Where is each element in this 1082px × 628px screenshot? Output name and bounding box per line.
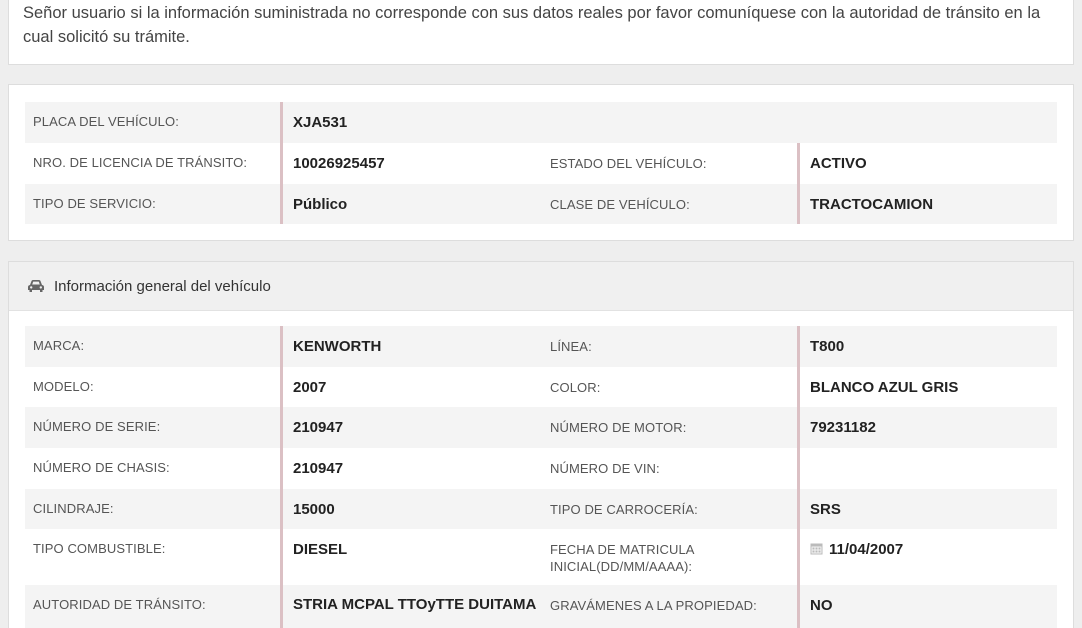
gravamenes-value: NO [797,585,1057,628]
estado-value: ACTIVO [797,143,1057,184]
table-row: TIPO DE SERVICIO: Público CLASE DE VEHÍC… [25,184,1057,224]
panel-header: Información general del vehículo [9,262,1073,311]
table-row: NRO. DE LICENCIA DE TRÁNSITO: 1002692545… [25,143,1057,184]
general-info-panel: Información general del vehículo MARCA: … [8,261,1074,628]
color-value: BLANCO AZUL GRIS [797,367,1057,407]
cilindraje-value: 15000 [280,489,542,529]
color-label: COLOR: [550,380,601,395]
modelo-value: 2007 [280,367,542,407]
table-row: MARCA: KENWORTH LÍNEA: T800 [25,326,1057,367]
autoridad-label: AUTORIDAD DE TRÁNSITO: [33,597,206,612]
panel-title: Información general del vehículo [54,277,271,295]
modelo-label: MODELO: [33,379,94,394]
chasis-value: 210947 [280,448,542,489]
serie-label: NÚMERO DE SERIE: [33,419,161,434]
placa-label: PLACA DEL VEHÍCULO: [33,114,179,129]
carroceria-value: SRS [797,489,1057,529]
carroceria-label: TIPO DE CARROCERÍA: [550,502,698,517]
gravamenes-label: GRAVÁMENES A LA PROPIEDAD: [550,598,757,613]
motor-label: NÚMERO DE MOTOR: [550,420,687,435]
chasis-label: NÚMERO DE CHASIS: [33,460,170,475]
servicio-label: TIPO DE SERVICIO: [33,196,156,211]
table-row: NÚMERO DE SERIE: 210947 NÚMERO DE MOTOR:… [25,407,1057,448]
fecha-value: 11/04/2007 [797,529,1057,585]
vehicle-info-page: Señor usuario si la información suminist… [0,0,1082,628]
servicio-value: Público [280,184,542,224]
table-row: CILINDRAJE: 15000 TIPO DE CARROCERÍA: SR… [25,489,1057,529]
marca-value: KENWORTH [280,326,542,367]
autoridad-value: STRIA MCPAL TTOyTTE DUITAMA [280,585,542,628]
vin-label: NÚMERO DE VIN: [550,461,660,476]
serie-value: 210947 [280,407,542,448]
table-row: MODELO: 2007 COLOR: BLANCO AZUL GRIS [25,367,1057,407]
vin-value [797,448,1057,489]
cilindraje-label: CILINDRAJE: [33,501,114,516]
table-row: NÚMERO DE CHASIS: 210947 NÚMERO DE VIN: [25,448,1057,489]
table-row: PLACA DEL VEHÍCULO: XJA531 [25,102,1057,143]
estado-label: ESTADO DEL VEHÍCULO: [550,156,707,171]
fecha-text: 11/04/2007 [829,541,904,558]
calendar-icon [810,543,823,555]
fecha-label: FECHA DE MATRICULA INICIAL(DD/MM/AAAA): [550,542,694,574]
clase-label: CLASE DE VEHÍCULO: [550,197,690,212]
table-row: AUTORIDAD DE TRÁNSITO: STRIA MCPAL TTOyT… [25,585,1057,628]
clase-value: TRACTOCAMION [797,184,1057,224]
placa-value: XJA531 [280,102,542,143]
marca-label: MARCA: [33,338,85,353]
table-row: TIPO COMBUSTIBLE: DIESEL FECHA DE MATRIC… [25,529,1057,585]
car-icon [28,280,44,292]
licencia-label: NRO. DE LICENCIA DE TRÁNSITO: [33,155,248,170]
combustible-label: TIPO COMBUSTIBLE: [33,541,166,556]
vehicle-summary-panel: PLACA DEL VEHÍCULO: XJA531 NRO. DE LICEN… [8,84,1074,241]
motor-value: 79231182 [797,407,1057,448]
combustible-value: DIESEL [280,529,542,585]
linea-value: T800 [797,326,1057,367]
notice-message: Señor usuario si la información suminist… [8,0,1074,65]
linea-label: LÍNEA: [550,339,592,354]
licencia-value: 10026925457 [280,143,542,184]
